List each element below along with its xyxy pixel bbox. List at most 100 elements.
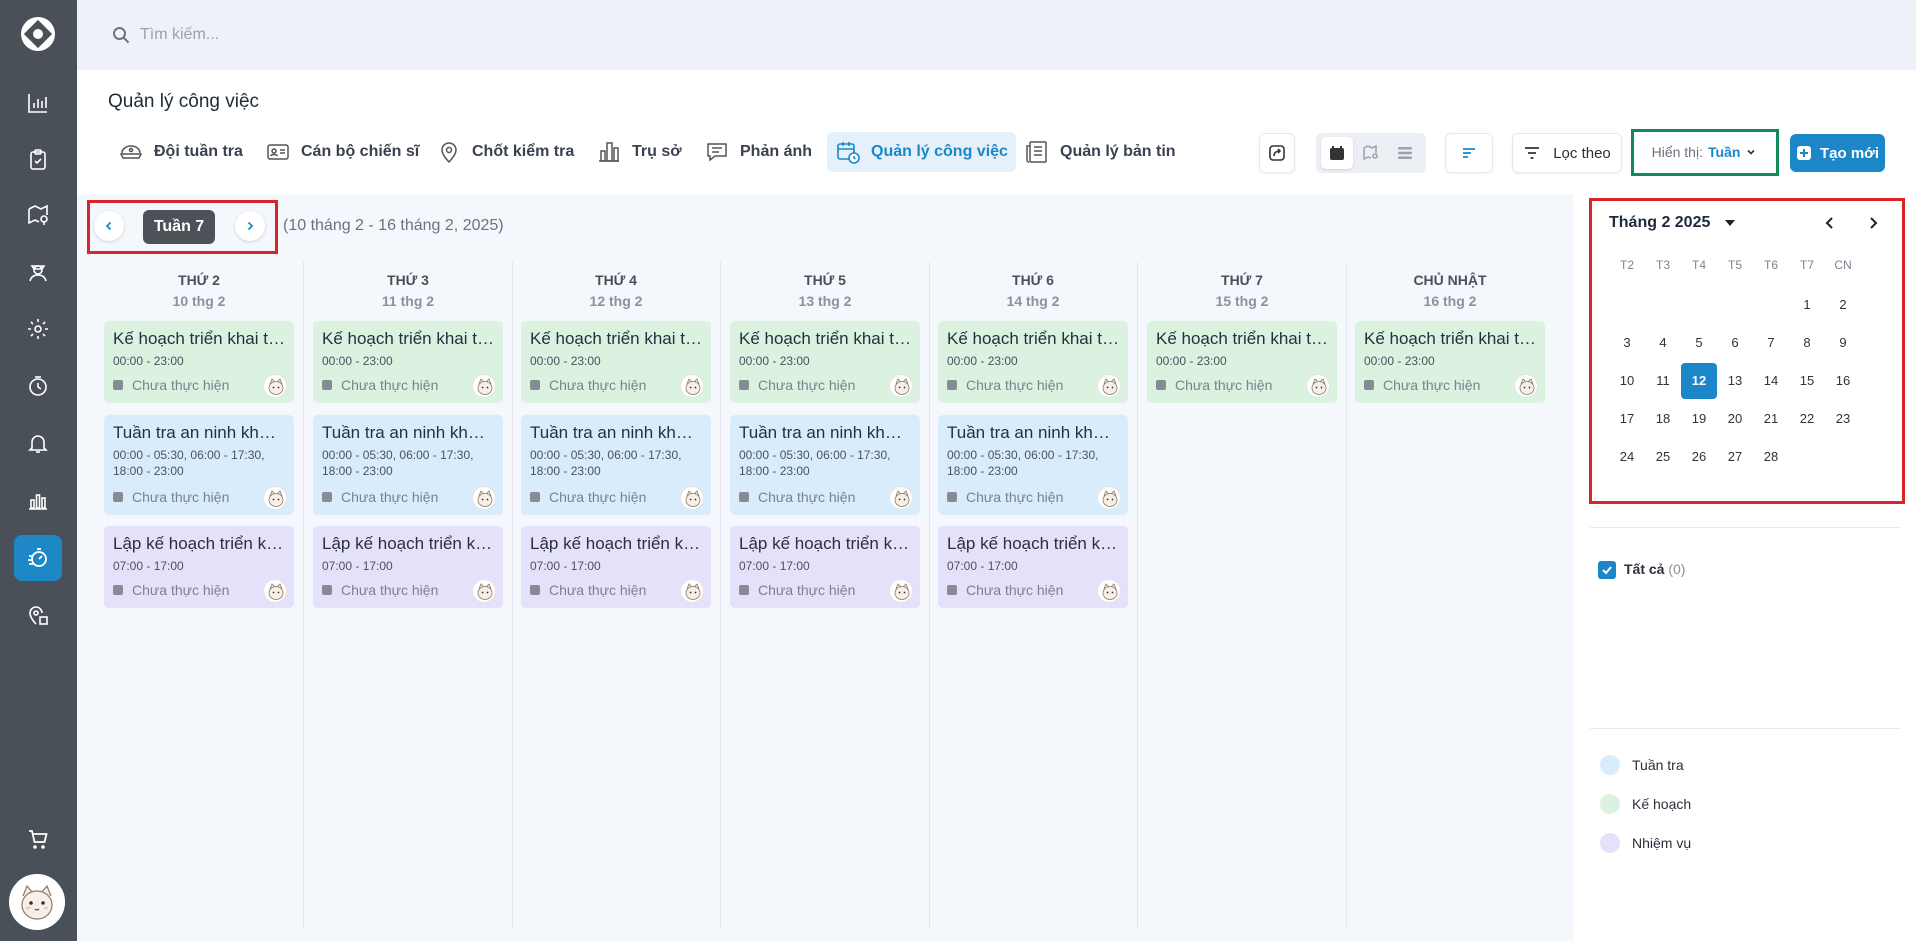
day-column: THỨ 2 10 thg 2 Kế hoạch triển khai tu... 00… (104, 262, 312, 941)
sidebar-item-stats[interactable] (14, 477, 62, 523)
event-status: Chưa thực hiện (322, 377, 438, 393)
display-mode-highlight (1631, 129, 1779, 176)
legend-dot (1600, 755, 1620, 775)
assignee-avatar[interactable] (1097, 374, 1121, 398)
assignee-avatar[interactable] (680, 374, 704, 398)
event-card-plan[interactable]: Kế hoạch triển khai tu... 00:00 - 23:00 Ch… (730, 321, 920, 403)
event-title: Kế hoạch triển khai tu... (1156, 329, 1328, 348)
assignee-avatar[interactable] (889, 486, 913, 510)
legend-dot (1600, 833, 1620, 853)
assignee-avatar[interactable] (263, 374, 287, 398)
cat-avatar-icon (1519, 378, 1535, 395)
assignee-avatar[interactable] (1097, 579, 1121, 603)
assignee-avatar[interactable] (472, 374, 496, 398)
tab-news-management[interactable]: Quản lý bản tin (1016, 132, 1184, 172)
user-avatar[interactable] (9, 874, 65, 930)
event-card-plan[interactable]: Kế hoạch triển khai tu... 00:00 - 23:00 Ch… (104, 321, 294, 403)
event-title: Lập kế hoạch triển kha... (739, 534, 911, 553)
status-square-icon (322, 380, 332, 390)
event-title: Lập kế hoạch triển kha... (947, 534, 1119, 553)
event-card-patrol[interactable]: Tuần tra an ninh khu v... 00:00 - 05:30, … (938, 415, 1128, 515)
cat-avatar-icon (477, 583, 493, 600)
sort-icon (1463, 148, 1475, 158)
event-status-label: Chưa thực hiện (1175, 377, 1273, 393)
calendar-view-button[interactable] (1321, 137, 1353, 169)
tab-work-management[interactable]: Quản lý công việc (827, 132, 1016, 172)
day-column: THỨ 3 11 thg 2 Kế hoạch triển khai tu... 00… (313, 262, 521, 941)
cat-avatar-icon (9, 874, 65, 930)
event-status-label: Chưa thực hiện (966, 377, 1064, 393)
all-checkbox[interactable] (1598, 561, 1616, 579)
event-card-patrol[interactable]: Tuần tra an ninh khu v... 00:00 - 05:30, … (104, 415, 294, 515)
sidebar-item-alerts[interactable] (14, 420, 62, 466)
sidebar-item-cart[interactable] (14, 817, 62, 863)
tab-officers[interactable]: Cán bộ chiến sĩ (257, 132, 427, 172)
event-status: Chưa thực hiện (1156, 377, 1272, 393)
assignee-avatar[interactable] (1514, 374, 1538, 398)
filter-button[interactable]: Lọc theo (1512, 133, 1622, 173)
event-card-plan[interactable]: Kế hoạch triển khai tu... 00:00 - 23:00 Ch… (1147, 321, 1337, 403)
event-status-label: Chưa thực hiện (132, 489, 230, 505)
event-card-plan[interactable]: Kế hoạch triển khai tu... 00:00 - 23:00 Ch… (938, 321, 1128, 403)
sort-button[interactable] (1445, 133, 1493, 173)
create-button[interactable]: Tạo mới (1790, 134, 1885, 172)
event-status: Chưa thực hiện (530, 377, 646, 393)
plus-square-icon (1796, 146, 1811, 160)
event-title: Kế hoạch triển khai tu... (322, 329, 494, 348)
mini-calendar-highlight (1589, 198, 1905, 504)
list-view-button[interactable] (1389, 137, 1421, 169)
cat-avatar-icon (1102, 583, 1118, 600)
tab-patrol-teams[interactable]: Đội tuần tra (110, 132, 251, 172)
assignee-avatar[interactable] (472, 486, 496, 510)
app-logo-icon[interactable] (19, 15, 57, 53)
sidebar-item-officers[interactable] (14, 249, 62, 295)
sidebar-item-map[interactable] (14, 192, 62, 238)
event-card-plan[interactable]: Kế hoạch triển khai tu... 00:00 - 23:00 Ch… (313, 321, 503, 403)
search-input[interactable] (140, 22, 640, 48)
sidebar-item-work-management[interactable] (14, 535, 62, 581)
event-card-task[interactable]: Lập kế hoạch triển kha... 07:00 - 17:00 Ch… (313, 526, 503, 608)
assignee-avatar[interactable] (680, 486, 704, 510)
event-card-task[interactable]: Lập kế hoạch triển kha... 07:00 - 17:00 Ch… (938, 526, 1128, 608)
assignee-avatar[interactable] (889, 579, 913, 603)
event-card-plan[interactable]: Kế hoạch triển khai tu... 00:00 - 23:00 Ch… (521, 321, 711, 403)
event-status: Chưa thực hiện (530, 489, 646, 505)
map-view-button[interactable] (1355, 137, 1387, 169)
assignee-avatar[interactable] (1306, 374, 1330, 398)
status-square-icon (530, 380, 540, 390)
event-card-task[interactable]: Lập kế hoạch triển kha... 07:00 - 17:00 Ch… (104, 526, 294, 608)
sidebar-item-history[interactable] (14, 363, 62, 409)
tab-checkpoints[interactable]: Chốt kiểm tra (428, 132, 582, 172)
event-status-label: Chưa thực hiện (758, 582, 856, 598)
event-card-patrol[interactable]: Tuần tra an ninh khu v... 00:00 - 05:30, … (313, 415, 503, 515)
event-status: Chưa thực hiện (947, 377, 1063, 393)
event-status-label: Chưa thực hiện (758, 377, 856, 393)
cat-avatar-icon (268, 583, 284, 600)
sidebar-item-tasks[interactable] (14, 137, 62, 183)
sidebar-item-locations[interactable] (14, 592, 62, 638)
assignee-avatar[interactable] (1097, 486, 1121, 510)
assignee-avatar[interactable] (263, 486, 287, 510)
location-pin-icon (441, 142, 457, 164)
officer-icon (29, 265, 47, 282)
sidebar-item-dashboard[interactable] (14, 80, 62, 126)
event-status-label: Chưa thực hiện (549, 377, 647, 393)
event-card-task[interactable]: Lập kế hoạch triển kha... 07:00 - 17:00 Ch… (521, 526, 711, 608)
event-card-patrol[interactable]: Tuần tra an ninh khu v... 00:00 - 05:30, … (521, 415, 711, 515)
panel-divider (1590, 527, 1900, 528)
assignee-avatar[interactable] (889, 374, 913, 398)
assignee-avatar[interactable] (680, 579, 704, 603)
event-status: Chưa thực hiện (1364, 377, 1480, 393)
export-button[interactable] (1259, 133, 1295, 173)
tab-label: Quản lý bản tin (1060, 143, 1176, 160)
event-card-patrol[interactable]: Tuần tra an ninh khu v... 00:00 - 05:30, … (730, 415, 920, 515)
event-time: 07:00 - 17:00 (739, 559, 810, 573)
tab-headquarters[interactable]: Trụ sở (588, 132, 690, 172)
assignee-avatar[interactable] (263, 579, 287, 603)
assignee-avatar[interactable] (472, 579, 496, 603)
event-status-label: Chưa thực hiện (549, 582, 647, 598)
event-card-plan[interactable]: Kế hoạch triển khai tu... 00:00 - 23:00 Ch… (1355, 321, 1545, 403)
tab-feedback[interactable]: Phản ánh (696, 132, 820, 172)
sidebar-item-settings[interactable] (14, 306, 62, 352)
event-card-task[interactable]: Lập kế hoạch triển kha... 07:00 - 17:00 Ch… (730, 526, 920, 608)
